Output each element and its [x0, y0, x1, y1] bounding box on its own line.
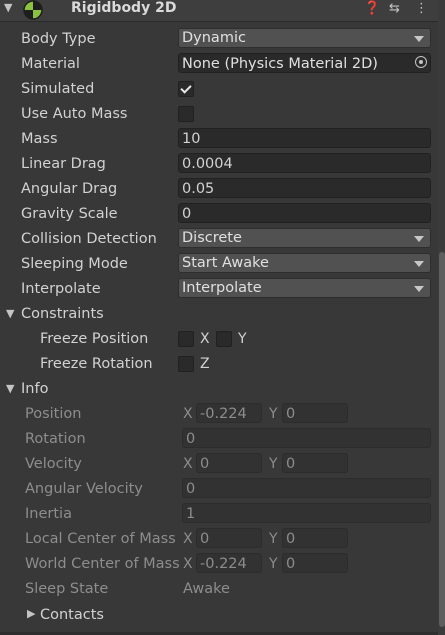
chevron-down-icon: [414, 236, 424, 242]
simulated-label: Simulated: [21, 81, 95, 97]
mass-label: Mass: [21, 131, 58, 147]
angular-velocity-field: 0: [182, 478, 431, 498]
info-label[interactable]: Info: [21, 378, 48, 400]
position-y-label: Y: [269, 406, 278, 422]
world-com-x-label: X: [183, 556, 193, 572]
freeze-rotation-z-label: Z: [200, 356, 210, 372]
gravity-scale-label: Gravity Scale: [21, 206, 118, 222]
collision-detection-value: Discrete: [182, 230, 242, 246]
body-type-label: Body Type: [21, 31, 96, 47]
local-center-of-mass-label: Local Center of Mass: [25, 531, 176, 547]
position-x-label: X: [183, 406, 193, 422]
fold-toggle-icon[interactable]: ▼: [4, 1, 12, 14]
gravity-scale-field[interactable]: 0: [178, 203, 431, 223]
freeze-rotation-z-checkbox[interactable]: [178, 356, 194, 372]
physics-ball-icon: [23, 0, 43, 20]
world-com-y-label: Y: [269, 556, 278, 572]
constraints-label[interactable]: Constraints: [21, 303, 104, 325]
angular-drag-label: Angular Drag: [21, 181, 118, 197]
info-fold-icon[interactable]: ▼: [6, 378, 14, 400]
sleeping-mode-label: Sleeping Mode: [21, 256, 128, 272]
sleeping-mode-value: Start Awake: [182, 255, 269, 271]
world-com-x-field: -0.224: [196, 553, 262, 573]
constraints-fold-icon[interactable]: ▼: [6, 303, 14, 325]
help-icon[interactable]: ❓: [364, 1, 380, 16]
chevron-down-icon: [414, 261, 424, 267]
sleep-state-value: Awake: [183, 581, 230, 597]
position-y-field: 0: [282, 403, 348, 423]
freeze-position-y-checkbox[interactable]: [216, 331, 232, 347]
linear-drag-label: Linear Drag: [21, 156, 106, 172]
interpolate-value: Interpolate: [182, 280, 262, 296]
local-com-x-label: X: [183, 531, 193, 547]
object-picker-icon[interactable]: [415, 56, 427, 68]
velocity-y-field: 0: [282, 453, 348, 473]
scrollbar-thumb[interactable]: [439, 252, 445, 627]
use-auto-mass-label: Use Auto Mass: [21, 106, 128, 122]
material-value: None (Physics Material 2D): [182, 56, 378, 72]
interpolate-label: Interpolate: [21, 281, 101, 297]
position-x-field: -0.224: [196, 403, 262, 423]
velocity-x-field: 0: [196, 453, 262, 473]
component-title: Rigidbody 2D: [71, 0, 177, 16]
angular-drag-field[interactable]: 0.05: [178, 178, 431, 198]
chevron-down-icon: [414, 36, 424, 42]
sleeping-mode-dropdown[interactable]: Start Awake: [178, 253, 431, 273]
material-label: Material: [21, 56, 80, 72]
world-com-y-field: 0: [282, 553, 348, 573]
freeze-position-x-checkbox[interactable]: [178, 331, 194, 347]
velocity-label: Velocity: [25, 456, 82, 472]
position-label: Position: [25, 406, 82, 422]
contacts-fold-icon[interactable]: ▶: [27, 603, 35, 625]
freeze-position-label: Freeze Position: [40, 331, 149, 347]
contacts-label[interactable]: Contacts: [40, 604, 104, 626]
world-center-of-mass-label: World Center of Mass: [25, 556, 180, 572]
rotation-field: 0: [182, 428, 431, 448]
freeze-position-x-label: X: [200, 331, 210, 347]
local-com-y-field: 0: [282, 528, 348, 548]
inertia-label: Inertia: [25, 506, 72, 522]
chevron-down-icon: [414, 286, 424, 292]
material-field[interactable]: None (Physics Material 2D): [178, 53, 431, 73]
velocity-y-label: Y: [269, 456, 278, 472]
local-com-x-field: 0: [196, 528, 262, 548]
linear-drag-field[interactable]: 0.0004: [178, 153, 431, 173]
collision-detection-dropdown[interactable]: Discrete: [178, 228, 431, 248]
freeze-rotation-label: Freeze Rotation: [40, 356, 153, 372]
collision-detection-label: Collision Detection: [21, 231, 157, 247]
sleep-state-label: Sleep State: [25, 581, 109, 597]
mass-field[interactable]: 10: [178, 128, 431, 148]
body-type-value: Dynamic: [182, 30, 246, 46]
kebab-menu-icon[interactable]: ⋮: [415, 1, 428, 16]
use-auto-mass-checkbox[interactable]: [178, 106, 194, 122]
angular-velocity-label: Angular Velocity: [25, 481, 143, 497]
inertia-field: 1: [182, 503, 431, 523]
local-com-y-label: Y: [269, 531, 278, 547]
interpolate-dropdown[interactable]: Interpolate: [178, 278, 431, 298]
velocity-x-label: X: [183, 456, 193, 472]
rotation-label: Rotation: [25, 431, 86, 447]
simulated-checkbox[interactable]: [178, 81, 194, 97]
freeze-position-y-label: Y: [238, 331, 247, 347]
body-type-dropdown[interactable]: Dynamic: [178, 28, 431, 48]
presets-icon[interactable]: ⇆: [389, 1, 400, 16]
